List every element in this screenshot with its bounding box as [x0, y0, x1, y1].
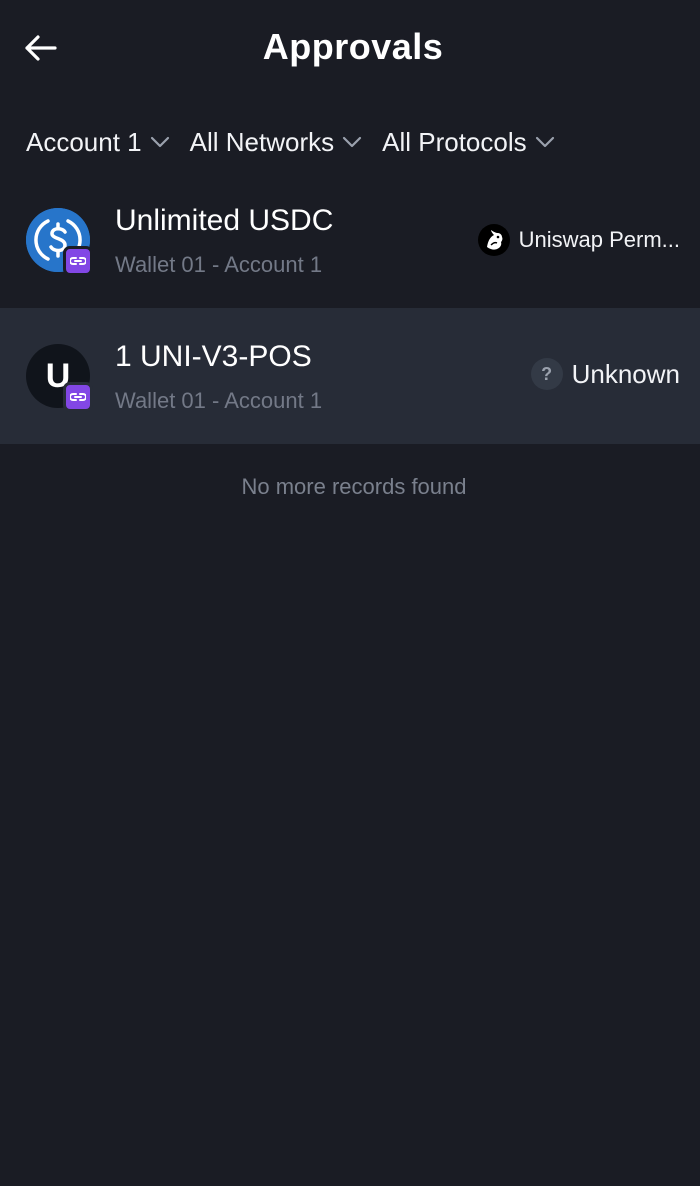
- polygon-icon: [63, 246, 93, 276]
- uniswap-icon: [477, 224, 510, 256]
- filter-bar: Account 1 All Networks All Protocols: [26, 118, 575, 166]
- approval-row[interactable]: Unlimited USDC Wallet 01 - Account 1 Uni…: [0, 172, 700, 308]
- protocol-tag: Uniswap Perm...: [477, 224, 680, 256]
- account-filter-label: Account 1: [26, 126, 142, 157]
- protocol-tag: ? Unknown: [530, 358, 680, 390]
- question-icon: ?: [530, 358, 563, 390]
- no-more-records-text: No more records found: [241, 474, 467, 499]
- approval-account: Wallet 01 - Account 1: [115, 388, 323, 413]
- approvals-list: Unlimited USDC Wallet 01 - Account 1 Uni…: [0, 172, 700, 444]
- chevron-down-icon: [342, 136, 362, 148]
- header: Approvals: [0, 0, 700, 98]
- protocol-label: Uniswap Perm...: [518, 227, 680, 252]
- protocol-filter-label: All Protocols: [382, 126, 527, 157]
- network-filter-label: All Networks: [189, 126, 335, 157]
- approval-account: Wallet 01 - Account 1: [115, 252, 323, 277]
- chevron-down-icon: [150, 136, 170, 148]
- polygon-icon: [63, 382, 93, 412]
- chevron-down-icon: [535, 136, 555, 148]
- approval-row[interactable]: U 1 UNI-V3-POS Wallet 01 - Account 1 ? U…: [0, 308, 700, 444]
- approval-title: 1 UNI-V3-POS: [115, 340, 312, 373]
- protocol-label: Unknown: [571, 358, 680, 389]
- protocol-filter[interactable]: All Protocols: [382, 127, 555, 158]
- page-title: Approvals: [262, 26, 444, 67]
- account-filter[interactable]: Account 1: [26, 127, 170, 158]
- network-filter[interactable]: All Networks: [190, 127, 362, 158]
- approval-title: Unlimited USDC: [115, 204, 334, 237]
